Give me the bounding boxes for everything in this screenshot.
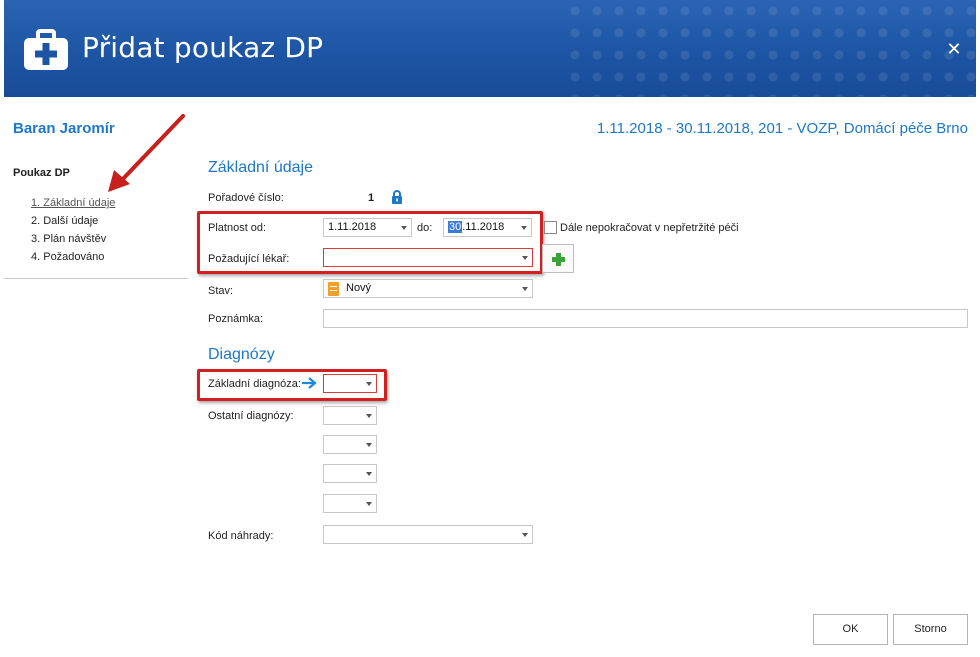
no-continue-label: Dále nepokračovat v nepřetržité péči <box>560 222 739 234</box>
note-input[interactable] <box>323 309 968 328</box>
chevron-down-icon[interactable] <box>401 226 407 230</box>
chevron-down-icon[interactable] <box>366 382 372 386</box>
cancel-button[interactable]: Storno <box>893 614 968 645</box>
other-diagnosis-select-3[interactable] <box>323 464 377 483</box>
valid-to-label: do: <box>417 222 433 234</box>
header-pattern <box>564 0 976 97</box>
close-button[interactable]: ✕ <box>943 38 965 60</box>
valid-to-rest: .11.2018 <box>462 221 505 233</box>
sidebar-title: Poukaz DP <box>13 167 70 179</box>
no-continue-checkbox[interactable] <box>544 221 557 234</box>
replacement-code-select[interactable] <box>323 525 533 544</box>
chevron-down-icon[interactable] <box>366 502 372 506</box>
period-info: 1.11.2018 - 30.11.2018, 201 - VOZP, Domá… <box>596 120 968 137</box>
ok-button[interactable]: OK <box>813 614 888 645</box>
sidebar-item-dalsi-udaje[interactable]: 2. Další údaje <box>31 215 98 227</box>
main-diagnosis-select[interactable] <box>323 374 377 393</box>
other-diagnosis-select-4[interactable] <box>323 494 377 513</box>
status-label: Stav: <box>208 285 234 297</box>
valid-from-label: Platnost od: <box>208 222 267 234</box>
other-diagnosis-select-2[interactable] <box>323 435 377 454</box>
lock-icon <box>392 190 402 204</box>
replacement-code-label: Kód náhrady: <box>208 530 274 542</box>
other-diagnoses-label: Ostatní diagnózy: <box>208 410 294 422</box>
chevron-down-icon[interactable] <box>522 256 528 260</box>
document-icon <box>328 282 339 296</box>
dialog-header: Přidat poukaz DP ✕ <box>4 0 976 97</box>
sidebar-divider <box>4 278 188 279</box>
status-select[interactable]: Nový <box>323 279 533 298</box>
valid-from-value: 1.11.2018 <box>328 221 377 233</box>
main-diagnosis-label: Základní diagnóza: <box>208 378 301 390</box>
arrow-right-icon <box>302 377 317 389</box>
sidebar-item-plan-navstev[interactable]: 3. Plán návštěv <box>31 233 106 245</box>
chevron-down-icon[interactable] <box>521 226 527 230</box>
doctor-select[interactable] <box>323 248 533 267</box>
section-title-diagnoses: Diagnózy <box>208 346 275 363</box>
chevron-down-icon[interactable] <box>366 443 372 447</box>
sidebar-item-zakladni-udaje[interactable]: 1. Základní údaje <box>31 197 115 209</box>
add-doctor-button[interactable] <box>542 244 574 273</box>
valid-from-date-field[interactable]: 1.11.2018 <box>323 218 412 237</box>
order-number-value: 1 <box>368 192 375 204</box>
valid-to-date-field[interactable]: 30.11.2018 <box>443 218 532 237</box>
order-number-label: Pořadové číslo: <box>208 192 284 204</box>
chevron-down-icon[interactable] <box>522 533 528 537</box>
medical-kit-icon <box>24 29 68 70</box>
sidebar-item-pozadovano[interactable]: 4. Požadováno <box>31 251 104 263</box>
note-label: Poznámka: <box>208 313 264 325</box>
close-icon[interactable]: ✕ <box>946 39 961 59</box>
section-title-basic: Základní údaje <box>208 159 313 176</box>
other-diagnosis-select-1[interactable] <box>323 406 377 425</box>
chevron-down-icon[interactable] <box>366 414 372 418</box>
annotation-arrow-icon <box>108 114 185 192</box>
status-value: Nový <box>346 282 372 294</box>
chevron-down-icon[interactable] <box>366 472 372 476</box>
chevron-down-icon[interactable] <box>522 287 528 291</box>
dialog-title: Přidat poukaz DP <box>82 31 324 64</box>
doctor-label: Požadující lékař: <box>208 253 290 265</box>
valid-to-day-selected: 30 <box>448 221 463 233</box>
